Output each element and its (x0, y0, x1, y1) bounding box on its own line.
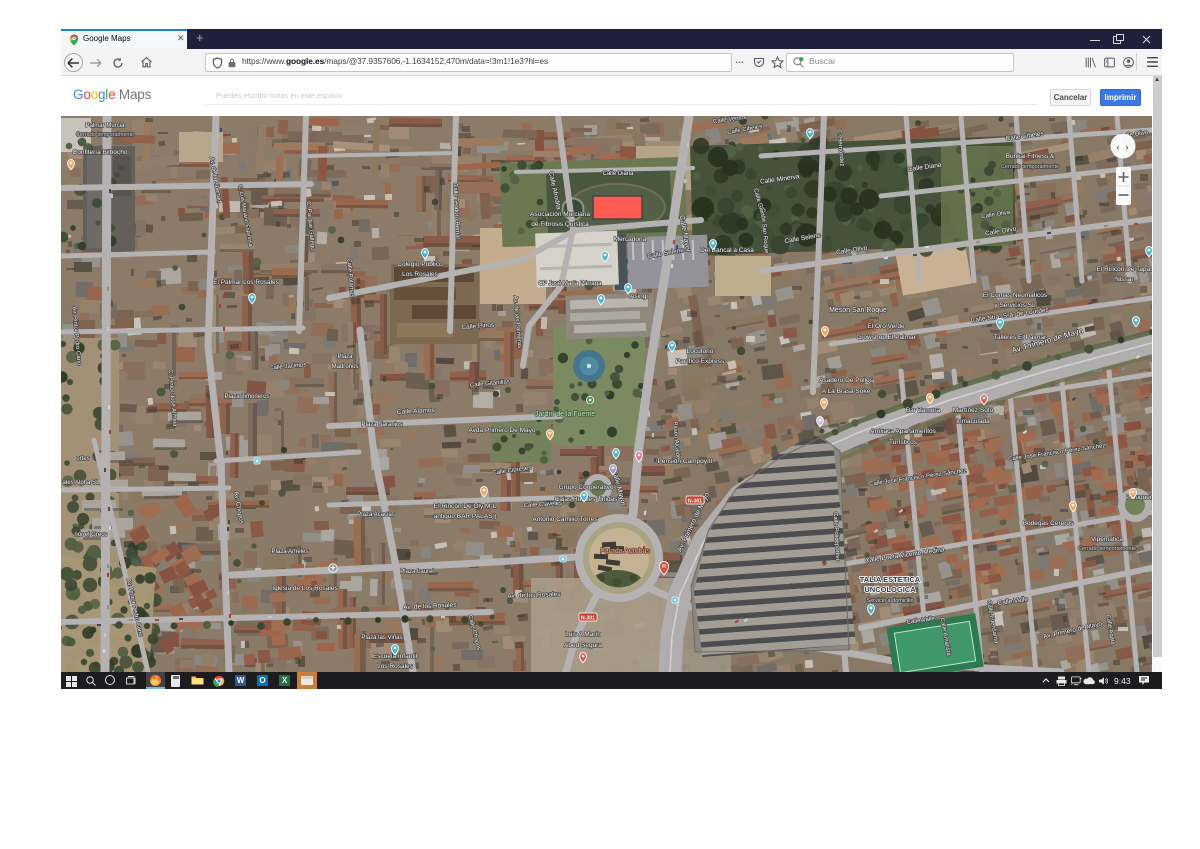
svg-text:y Servicios SL: y Servicios SL (994, 302, 1036, 309)
svg-text:Mercadona: Mercadona (614, 236, 647, 243)
svg-text:Abed Segura: Abed Segura (564, 642, 602, 649)
svg-text:TALIA ESTETICA: TALIA ESTETICA (860, 575, 921, 584)
svg-text:‹: ‹ (1117, 142, 1120, 152)
svg-text:Pacífico Express: Pacífico Express (676, 358, 725, 365)
svg-text:El Palmar Los Rosales: El Palmar Los Rosales (213, 279, 279, 286)
svg-text:Antonio Camilio Torres: Antonio Camilio Torres (532, 516, 598, 523)
svg-text:antiguo BAR PALAS ): antiguo BAR PALAS ) (434, 513, 497, 520)
svg-text:Madroños: Madroños (332, 364, 359, 370)
svg-text:Cerrado temporalmente: Cerrado temporalmente (1001, 164, 1059, 170)
svg-text:Plaza Limoneros: Plaza Limoneros (225, 394, 270, 400)
svg-text:Plaza las Viñas: Plaza las Viñas (361, 635, 402, 641)
svg-text:de Fibrosis Quística: de Fibrosis Quística (531, 221, 589, 228)
svg-text:Plaza Arheles: Plaza Arheles (272, 549, 309, 555)
svg-text:Plaza: Plaza (337, 354, 353, 360)
svg-text:El Rincón De Tapas: El Rincón De Tapas (1097, 266, 1152, 273)
svg-text:CP José María Párraga: CP José María Párraga (539, 281, 603, 287)
svg-text:Los Rosales: Los Rosales (402, 271, 439, 278)
svg-text:UNCOLOGICA: UNCOLOGICA (864, 585, 916, 594)
svg-text:Asadero De Pollos: Asadero De Pollos (819, 377, 874, 384)
svg-text:El Comas Neumáticos: El Comas Neumáticos (983, 292, 1048, 299)
svg-text:Confitería Bilbocho: Confitería Bilbocho (73, 149, 128, 156)
svg-text:Avda Primero De Mayo: Avda Primero De Mayo (468, 427, 535, 434)
svg-text:ales Alpha SL: ales Alpha SL (63, 480, 101, 486)
svg-text:N-301: N-301 (688, 498, 702, 504)
svg-text:Parada Autobus: Parada Autobus (600, 548, 650, 555)
svg-text:Growshop El Palmar: Growshop El Palmar (856, 334, 916, 341)
svg-text:Turísticos: Turísticos (889, 439, 918, 446)
svg-text:Calle Diana: Calle Diana (602, 171, 634, 177)
svg-text:Los Rosales: Los Rosales (377, 663, 414, 670)
svg-text:Vipemática: Vipemática (1091, 536, 1123, 543)
svg-text:Asingo: Asingo (630, 293, 650, 300)
svg-text:Iglesia de Los Rosales: Iglesia de Los Rosales (272, 585, 338, 592)
svg-text:Plaza Acacias: Plaza Acacias (357, 512, 395, 518)
svg-text:Plaza Naranjos: Plaza Naranjos (362, 422, 403, 428)
svg-text:Arrixaca Apartamentos: Arrixaca Apartamentos (870, 428, 937, 435)
svg-text:Mesón San Roque: Mesón San Roque (829, 307, 887, 314)
svg-text:El Oro Verde: El Oro Verde (867, 323, 905, 330)
svg-text:nor el Greco: nor el Greco (74, 532, 108, 538)
svg-text:Bodegas Cereros: Bodegas Cereros (1023, 520, 1074, 527)
svg-text:Bunkai Fitness &: Bunkai Fitness & (1006, 153, 1055, 160)
svg-text:Del Bancal a Casa: Del Bancal a Casa (700, 247, 754, 254)
svg-text:Nissan: Nissan (1115, 276, 1135, 283)
svg-text:Grupo Cooperativo: Grupo Cooperativo (559, 484, 614, 491)
svg-text:Inmaculada: Inmaculada (956, 418, 990, 425)
svg-text:Jardín de la Fuente: Jardín de la Fuente (535, 411, 595, 418)
svg-text:El Rincón De Oly M-L: El Rincón De Oly M-L (434, 503, 497, 510)
svg-text:Pensión Campoy II: Pensión Campoy II (658, 458, 713, 465)
svg-text:Martínez Soto: Martínez Soto (953, 407, 994, 414)
svg-text:ortes: ortes (76, 456, 89, 462)
svg-text:Bar Zamora: Bar Zamora (906, 407, 941, 414)
svg-text:Luis A Marín: Luis A Marín (565, 631, 601, 638)
svg-text:Cerrado temporalmente: Cerrado temporalmente (1078, 546, 1136, 552)
svg-text:Talleres El Palmar: Talleres El Palmar (994, 334, 1047, 341)
svg-text:A La Brasa Soke: A La Brasa Soke (822, 388, 871, 395)
svg-text:Servicio a domicilio: Servicio a domicilio (866, 598, 913, 604)
svg-text:Plaza Laurel: Plaza Laurel (400, 569, 434, 575)
svg-text:Peluquer: Peluquer (1126, 494, 1152, 501)
svg-text:›: › (1126, 142, 1129, 152)
svg-text:N-301: N-301 (581, 615, 595, 621)
svg-text:Asociación Murciana: Asociación Murciana (530, 211, 590, 218)
svg-text:Cerrado temporalmente: Cerrado temporalmente (76, 132, 134, 138)
svg-text:Palmar Murcia: Palmar Murcia (86, 123, 126, 129)
svg-text:Locutorio: Locutorio (687, 348, 714, 355)
svg-text:Colegio Público: Colegio Público (397, 261, 443, 268)
svg-text:H: H (662, 564, 666, 570)
